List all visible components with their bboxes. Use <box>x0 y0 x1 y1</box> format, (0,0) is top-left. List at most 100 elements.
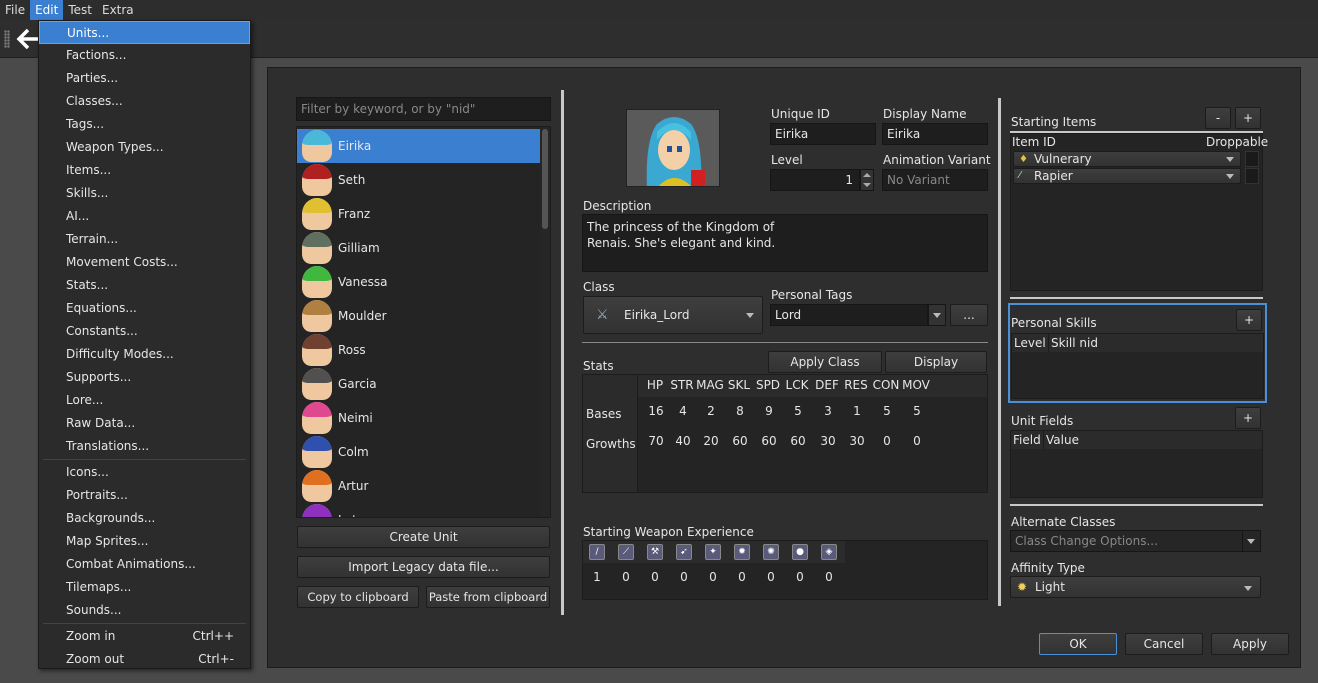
bases-mov-cell[interactable]: 5 <box>903 397 931 425</box>
growths-def-cell[interactable]: 30 <box>814 427 842 455</box>
copy-clipboard-button[interactable]: Copy to clipboard <box>297 586 419 608</box>
ok-button[interactable]: OK <box>1039 633 1117 655</box>
menu-item-lore[interactable]: Lore... <box>39 389 250 412</box>
weapon-exp-axe-cell[interactable]: 0 <box>641 563 669 591</box>
filter-input[interactable]: Filter by keyword, or by "nid" <box>296 97 551 121</box>
dropdown-button[interactable] <box>1242 531 1260 551</box>
unit-list-item[interactable]: Lute <box>297 503 541 517</box>
growths-str-cell[interactable]: 40 <box>669 427 697 455</box>
bases-con-cell[interactable]: 5 <box>873 397 901 425</box>
import-legacy-button[interactable]: Import Legacy data file... <box>297 556 550 578</box>
menu-item-equations[interactable]: Equations... <box>39 297 250 320</box>
item-dropdown-rapier[interactable]: ⁄ Rapier <box>1013 168 1241 184</box>
menu-item-tilemaps[interactable]: Tilemaps... <box>39 576 250 599</box>
toolbar-grip-handle[interactable] <box>4 30 10 48</box>
unit-list-item[interactable]: Artur <box>297 469 541 503</box>
weapon-exp-dark-cell[interactable]: 0 <box>786 563 814 591</box>
unit-list-item[interactable]: Franz <box>297 197 541 231</box>
stepper-up-icon[interactable] <box>863 173 871 177</box>
class-dropdown[interactable]: ⚔ Eirika_Lord <box>583 296 763 334</box>
menu-item-zoom-in[interactable]: Zoom in Ctrl++ <box>39 625 250 648</box>
create-unit-button[interactable]: Create Unit <box>297 526 550 548</box>
menu-item-tags[interactable]: Tags... <box>39 113 250 136</box>
unit-list-item[interactable]: Garcia <box>297 367 541 401</box>
personal-tags-input[interactable]: Lord <box>770 304 928 326</box>
menu-item-terrain[interactable]: Terrain... <box>39 228 250 251</box>
display-averages-button[interactable]: Display Averages <box>885 351 987 389</box>
level-stepper[interactable] <box>860 169 874 191</box>
apply-class-values-button[interactable]: Apply Class Values <box>768 351 882 389</box>
bases-res-cell[interactable]: 1 <box>843 397 871 425</box>
bases-spd-cell[interactable]: 9 <box>755 397 783 425</box>
menu-item-skills[interactable]: Skills... <box>39 182 250 205</box>
menu-item-icons[interactable]: Icons... <box>39 461 250 484</box>
menu-item-constants[interactable]: Constants... <box>39 320 250 343</box>
level-spinbox[interactable]: 1 <box>770 169 860 191</box>
menu-item-portraits[interactable]: Portraits... <box>39 484 250 507</box>
weapon-exp-bow-cell[interactable]: 0 <box>670 563 698 591</box>
alt-classes-dropdown[interactable]: Class Change Options... <box>1010 530 1261 552</box>
growths-spd-cell[interactable]: 60 <box>755 427 783 455</box>
growths-res-cell[interactable]: 30 <box>843 427 871 455</box>
growths-con-cell[interactable]: 0 <box>873 427 901 455</box>
description-textarea[interactable]: The princess of the Kingdom of Renais. S… <box>582 214 988 272</box>
droppable-checkbox[interactable] <box>1245 151 1259 167</box>
unit-list-item[interactable]: Neimi <box>297 401 541 435</box>
paste-clipboard-button[interactable]: Paste from clipboard <box>426 586 550 608</box>
bases-def-cell[interactable]: 3 <box>814 397 842 425</box>
bases-hp-cell[interactable]: 16 <box>642 397 670 425</box>
growths-hp-cell[interactable]: 70 <box>642 427 670 455</box>
menu-item-factions[interactable]: Factions... <box>39 44 250 67</box>
unit-list-item[interactable]: Eirika <box>297 129 541 163</box>
droppable-checkbox[interactable] <box>1245 168 1259 184</box>
menu-item-backgrounds[interactable]: Backgrounds... <box>39 507 250 530</box>
unit-list-item[interactable]: Colm <box>297 435 541 469</box>
menu-file[interactable]: File <box>0 0 30 20</box>
apply-button[interactable]: Apply <box>1211 633 1289 655</box>
anim-variant-input[interactable]: No Variant <box>882 169 988 191</box>
weapon-exp-lance-cell[interactable]: 0 <box>612 563 640 591</box>
menu-item-ai[interactable]: AI... <box>39 205 250 228</box>
menu-item-translations[interactable]: Translations... <box>39 435 250 458</box>
unit-list-item[interactable]: Gilliam <box>297 231 541 265</box>
weapon-exp-other-cell[interactable]: 0 <box>815 563 843 591</box>
scrollbar-thumb[interactable] <box>542 129 548 229</box>
unique-id-input[interactable]: Eirika <box>770 123 876 145</box>
menu-item-supports[interactable]: Supports... <box>39 366 250 389</box>
weapon-exp-staff-cell[interactable]: 0 <box>699 563 727 591</box>
affinity-dropdown[interactable]: ✹ Light <box>1010 576 1261 598</box>
unit-list-item[interactable]: Seth <box>297 163 541 197</box>
menu-item-parties[interactable]: Parties... <box>39 67 250 90</box>
item-dropdown-vulnerary[interactable]: ♦ Vulnerary <box>1013 151 1241 167</box>
menu-item-items[interactable]: Items... <box>39 159 250 182</box>
remove-item-button[interactable]: - <box>1205 107 1231 129</box>
weapon-exp-anima-cell[interactable]: 0 <box>757 563 785 591</box>
portrait-image[interactable] <box>626 109 720 187</box>
menu-item-difficulty-modes[interactable]: Difficulty Modes... <box>39 343 250 366</box>
growths-skl-cell[interactable]: 60 <box>726 427 754 455</box>
menu-item-movement-costs[interactable]: Movement Costs... <box>39 251 250 274</box>
growths-mag-cell[interactable]: 20 <box>697 427 725 455</box>
weapon-exp-sword-cell[interactable]: 1 <box>583 563 611 591</box>
bases-mag-cell[interactable]: 2 <box>697 397 725 425</box>
menu-edit[interactable]: Edit <box>30 0 64 20</box>
menu-item-classes[interactable]: Classes... <box>39 90 250 113</box>
bases-skl-cell[interactable]: 8 <box>726 397 754 425</box>
unit-list-scrollbar[interactable] <box>540 127 550 517</box>
unit-list-item[interactable]: Ross <box>297 333 541 367</box>
display-name-input[interactable]: Eirika <box>882 123 988 145</box>
add-field-button[interactable]: + <box>1235 407 1261 429</box>
menu-item-map-sprites[interactable]: Map Sprites... <box>39 530 250 553</box>
unit-list-item[interactable]: Moulder <box>297 299 541 333</box>
menu-item-combat-animations[interactable]: Combat Animations... <box>39 553 250 576</box>
tags-dropdown-button[interactable] <box>928 304 946 326</box>
cancel-button[interactable]: Cancel <box>1125 633 1203 655</box>
bases-str-cell[interactable]: 4 <box>669 397 697 425</box>
bases-lck-cell[interactable]: 5 <box>784 397 812 425</box>
growths-lck-cell[interactable]: 60 <box>784 427 812 455</box>
unit-list-item[interactable]: Vanessa <box>297 265 541 299</box>
tags-more-button[interactable]: ... <box>950 304 988 326</box>
menu-item-units[interactable]: Units... <box>39 21 250 44</box>
growths-mov-cell[interactable]: 0 <box>903 427 931 455</box>
weapon-exp-light-cell[interactable]: 0 <box>728 563 756 591</box>
